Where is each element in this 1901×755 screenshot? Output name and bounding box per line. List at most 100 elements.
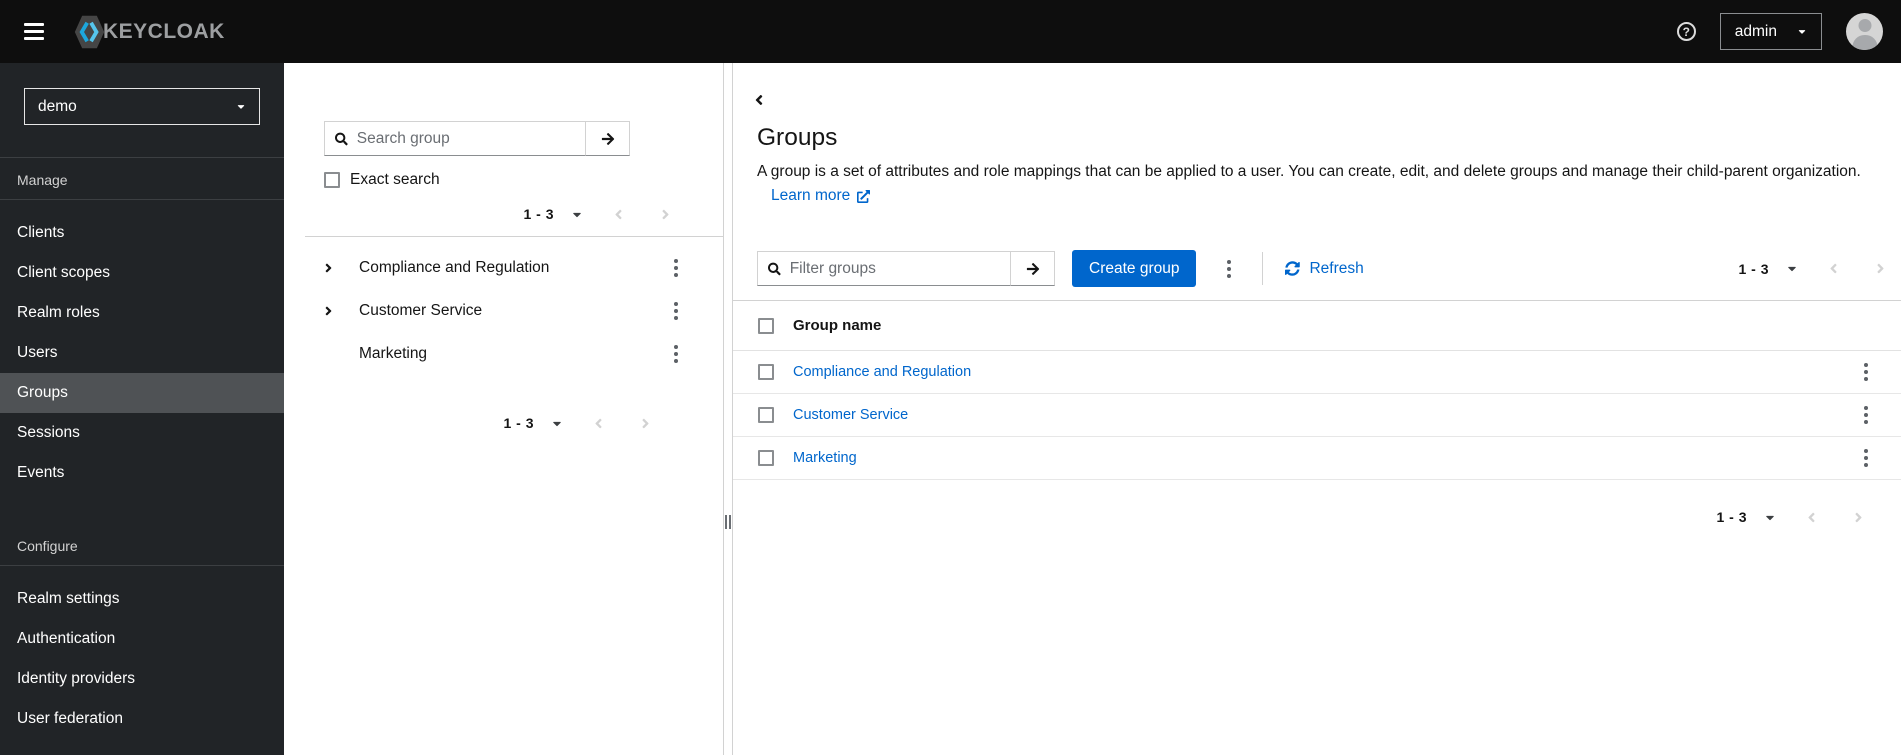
page-description: A group is a set of attributes and role … bbox=[757, 163, 1861, 180]
sidebar-item-sessions[interactable]: Sessions bbox=[0, 413, 284, 453]
filter-submit-button[interactable] bbox=[1010, 251, 1055, 286]
caret-down-icon bbox=[552, 417, 562, 430]
pagination-range: 1 - 3 bbox=[523, 206, 554, 222]
chevron-left-icon bbox=[754, 92, 764, 108]
groups-toolbar: Create group Refresh 1 - 3 bbox=[733, 250, 1901, 287]
chevron-right-icon bbox=[1854, 510, 1863, 525]
group-search-submit-button[interactable] bbox=[585, 121, 630, 156]
group-tree-label[interactable]: Marketing bbox=[359, 345, 427, 363]
hamburger-icon[interactable] bbox=[24, 23, 44, 40]
chevron-right-icon bbox=[1876, 261, 1885, 276]
pagination-range: 1 - 3 bbox=[503, 415, 534, 431]
table-pagination-bottom: 1 - 3 bbox=[733, 509, 1901, 525]
sidebar-item-groups[interactable]: Groups bbox=[0, 373, 284, 413]
create-group-button[interactable]: Create group bbox=[1072, 250, 1197, 287]
group-search-input[interactable] bbox=[356, 129, 575, 148]
caret-down-icon bbox=[1787, 262, 1797, 275]
caret-down-icon bbox=[1765, 511, 1775, 524]
expand-chevron-button[interactable] bbox=[324, 261, 350, 275]
pagination-options-button[interactable] bbox=[572, 208, 582, 221]
sidebar-item-events[interactable]: Events bbox=[0, 453, 284, 493]
keycloak-logo: KEYCLOAK bbox=[74, 15, 225, 49]
row-kebab-button[interactable] bbox=[1859, 402, 1873, 428]
pagination-options-button[interactable] bbox=[1765, 511, 1775, 524]
filter-groups-input[interactable] bbox=[789, 259, 1000, 278]
user-menu-dropdown[interactable]: admin bbox=[1719, 13, 1822, 50]
nav-group-manage-label: Manage bbox=[17, 172, 68, 188]
sidebar-item-clients[interactable]: Clients bbox=[0, 213, 284, 253]
column-header-group-name: Group name bbox=[793, 317, 882, 334]
group-link[interactable]: Customer Service bbox=[793, 407, 908, 423]
chevron-right-icon bbox=[661, 207, 670, 222]
row-kebab-button[interactable] bbox=[1859, 359, 1873, 385]
group-search-field bbox=[324, 121, 586, 156]
learn-more-link[interactable]: Learn more bbox=[771, 184, 870, 208]
realm-selector[interactable]: demo bbox=[24, 88, 260, 125]
chevron-left-icon bbox=[594, 416, 603, 431]
panel-resize-handle[interactable] bbox=[724, 63, 733, 755]
sidebar-item-users[interactable]: Users bbox=[0, 333, 284, 373]
pagination-options-button[interactable] bbox=[1787, 262, 1797, 275]
username: admin bbox=[1734, 22, 1777, 40]
table-header-row: Group name bbox=[733, 301, 1901, 351]
brand-text: KEYCLOAK bbox=[103, 19, 225, 43]
tree-item: Compliance and Regulation bbox=[324, 246, 683, 289]
panel-pagination-bottom: 1 - 3 bbox=[324, 415, 683, 431]
grip-icon bbox=[725, 515, 731, 529]
divider bbox=[1262, 252, 1264, 285]
kebab-menu-button[interactable] bbox=[669, 255, 683, 281]
realm-name: demo bbox=[38, 97, 77, 115]
group-tree-label[interactable]: Compliance and Regulation bbox=[359, 259, 549, 277]
pagination-next-button[interactable] bbox=[1854, 510, 1863, 525]
toolbar-kebab-button[interactable] bbox=[1222, 256, 1236, 282]
expand-chevron-button[interactable] bbox=[324, 304, 350, 318]
pagination-prev-button[interactable] bbox=[614, 207, 623, 222]
exact-search-checkbox[interactable] bbox=[324, 172, 340, 188]
divider bbox=[305, 236, 723, 237]
group-link[interactable]: Marketing bbox=[793, 450, 857, 466]
sidebar-item-identity-providers[interactable]: Identity providers bbox=[0, 659, 284, 699]
chevron-left-icon bbox=[1807, 510, 1816, 525]
external-link-icon bbox=[857, 190, 870, 203]
caret-down-icon bbox=[1797, 26, 1807, 37]
chevron-right-icon bbox=[324, 304, 333, 318]
sidebar-item-realm-settings[interactable]: Realm settings bbox=[0, 579, 284, 619]
group-tree-label[interactable]: Customer Service bbox=[359, 302, 482, 320]
sidebar-item-user-federation[interactable]: User federation bbox=[0, 699, 284, 739]
sync-icon bbox=[1285, 261, 1300, 276]
pagination-next-button[interactable] bbox=[1876, 261, 1885, 276]
pagination-options-button[interactable] bbox=[552, 417, 562, 430]
pagination-range: 1 - 3 bbox=[1738, 260, 1769, 277]
collapse-panel-button[interactable] bbox=[754, 91, 774, 109]
pagination-prev-button[interactable] bbox=[594, 416, 603, 431]
pagination-range: 1 - 3 bbox=[1716, 509, 1747, 525]
groups-table: Group name Compliance and Regulation Cus… bbox=[733, 301, 1901, 480]
sidebar-item-authentication[interactable]: Authentication bbox=[0, 619, 284, 659]
sidebar-item-client-scopes[interactable]: Client scopes bbox=[0, 253, 284, 293]
table-row: Compliance and Regulation bbox=[733, 351, 1901, 394]
row-checkbox[interactable] bbox=[758, 407, 774, 423]
avatar-icon[interactable] bbox=[1846, 13, 1883, 50]
tree-item: Marketing bbox=[324, 332, 683, 375]
sidebar-item-realm-roles[interactable]: Realm roles bbox=[0, 293, 284, 333]
refresh-button[interactable]: Refresh bbox=[1285, 260, 1364, 278]
table-pagination-top: 1 - 3 bbox=[1738, 261, 1885, 277]
group-link[interactable]: Compliance and Regulation bbox=[793, 364, 971, 380]
groups-tree: Compliance and Regulation Customer Servi… bbox=[324, 246, 683, 375]
kebab-menu-button[interactable] bbox=[669, 341, 683, 367]
row-kebab-button[interactable] bbox=[1859, 445, 1873, 471]
main-content: Groups A group is a set of attributes an… bbox=[733, 63, 1901, 755]
row-checkbox[interactable] bbox=[758, 364, 774, 380]
pagination-next-button[interactable] bbox=[641, 416, 650, 431]
search-icon bbox=[768, 262, 781, 276]
filter-groups-field bbox=[757, 251, 1011, 286]
row-checkbox[interactable] bbox=[758, 450, 774, 466]
pagination-prev-button[interactable] bbox=[1829, 261, 1838, 276]
pagination-next-button[interactable] bbox=[661, 207, 670, 222]
masthead: KEYCLOAK admin bbox=[0, 0, 1901, 63]
keycloak-logo-icon bbox=[74, 15, 105, 48]
kebab-menu-button[interactable] bbox=[669, 298, 683, 324]
select-all-checkbox[interactable] bbox=[758, 317, 774, 334]
pagination-prev-button[interactable] bbox=[1807, 510, 1816, 525]
help-icon[interactable] bbox=[1676, 22, 1696, 41]
